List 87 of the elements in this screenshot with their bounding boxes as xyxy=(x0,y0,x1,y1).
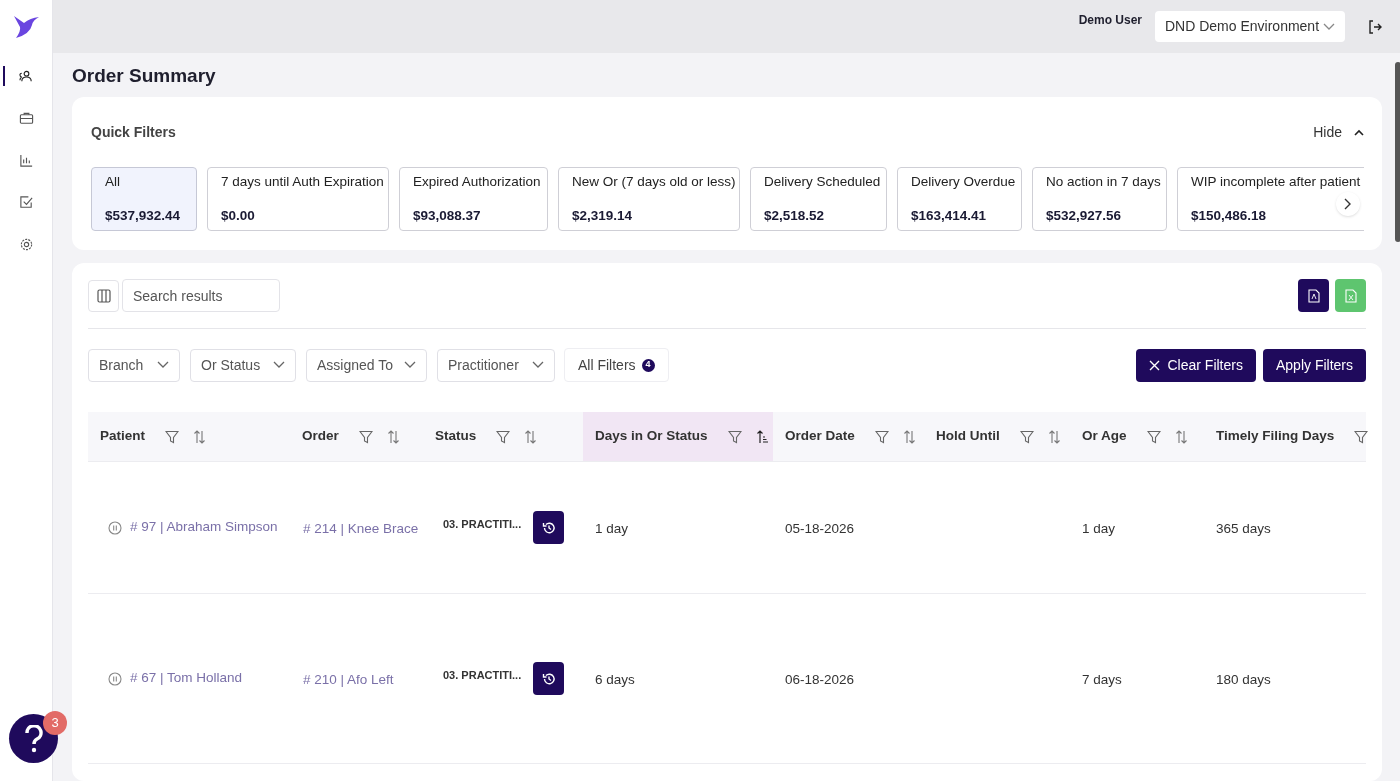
column-header[interactable]: Order Date xyxy=(773,412,924,461)
filter-icon[interactable] xyxy=(1354,429,1369,444)
columns-icon xyxy=(96,288,111,303)
quick-filter-card[interactable]: Delivery Overdue $163,414.41 xyxy=(897,167,1022,231)
sort-icon[interactable] xyxy=(386,429,400,444)
briefcase-icon xyxy=(19,110,34,126)
filter-icon[interactable] xyxy=(165,429,179,444)
chevron-down-icon xyxy=(404,361,416,369)
quick-filter-card[interactable]: WIP incomplete after patient $150,486.18 xyxy=(1177,167,1364,231)
column-header[interactable]: Patient xyxy=(88,412,290,461)
logout-icon[interactable] xyxy=(1367,18,1383,35)
chevron-down-icon xyxy=(273,361,285,369)
table-cell: 05-18-2026 xyxy=(785,520,855,536)
filter-icon[interactable] xyxy=(874,429,889,444)
pdf-export-button[interactable] xyxy=(1298,279,1329,312)
pause-icon[interactable] xyxy=(108,520,122,535)
table-cell: 180 days xyxy=(1216,671,1271,687)
table-cell: 7 days xyxy=(1082,671,1122,687)
chevron-up-icon xyxy=(1354,129,1364,136)
bird-logo-icon xyxy=(12,13,40,40)
filter-icon[interactable] xyxy=(358,429,373,444)
bar-chart-icon xyxy=(19,152,34,168)
order-link[interactable]: # 210 | Afo Left xyxy=(303,671,394,687)
filter-count-badge: 4 xyxy=(641,358,655,372)
apply-filters-button[interactable]: Apply Filters xyxy=(1262,348,1366,382)
question-mark-icon xyxy=(23,724,44,753)
filter-icon[interactable] xyxy=(496,429,511,444)
history-icon xyxy=(541,520,556,535)
pause-icon[interactable] xyxy=(108,671,122,686)
filter-dropdown[interactable]: Or Status xyxy=(190,348,296,382)
close-icon xyxy=(1148,359,1160,371)
sort-icon[interactable] xyxy=(193,429,206,444)
filter-icon[interactable] xyxy=(1146,429,1161,444)
status-text: 03. PRACTITI... xyxy=(443,668,522,684)
filter-dropdown[interactable]: Assigned To xyxy=(306,348,427,382)
all-filters-button[interactable]: All Filters 4 xyxy=(564,348,669,382)
settings-icon xyxy=(19,236,34,252)
environment-dropdown[interactable]: DND Demo Environment xyxy=(1155,11,1345,42)
column-header[interactable]: Hold Until xyxy=(924,412,1070,461)
history-button[interactable] xyxy=(533,511,565,544)
table-cell: 1 day xyxy=(595,520,629,536)
search-field[interactable]: Search results xyxy=(122,279,280,312)
quick-filter-card[interactable]: Delivery Scheduled $2,518.52 xyxy=(750,167,887,231)
chevron-down-icon xyxy=(1323,22,1335,31)
quick-filter-card[interactable]: New Or (7 days old or less) $2,319.14 xyxy=(558,167,740,231)
order-link[interactable]: # 214 | Knee Brace xyxy=(303,520,419,536)
sort-ascending-icon[interactable] xyxy=(755,429,769,444)
hide-button[interactable]: Hide xyxy=(1313,122,1364,143)
quick-filter-card[interactable]: All $537,932.44 xyxy=(91,167,197,231)
user-name: Demo User xyxy=(1078,12,1142,29)
filter-dropdown[interactable]: Practitioner xyxy=(437,348,555,382)
sort-icon[interactable] xyxy=(902,429,916,444)
filter-icon[interactable] xyxy=(1019,429,1034,444)
filter-icon[interactable] xyxy=(727,429,742,444)
users-icon xyxy=(19,68,34,84)
history-button[interactable] xyxy=(533,662,565,695)
column-header[interactable]: Days in Or Status xyxy=(583,412,773,461)
filter-dropdown[interactable]: Branch xyxy=(88,348,180,382)
clear-filters-button[interactable]: Clear Filters xyxy=(1135,348,1256,382)
status-text: 03. PRACTITI... xyxy=(443,517,522,533)
column-header[interactable]: Or Age xyxy=(1070,412,1204,461)
patient-link[interactable]: # 67 | Tom Holland xyxy=(130,668,243,689)
sort-icon[interactable] xyxy=(524,429,538,444)
sort-icon[interactable] xyxy=(1174,429,1188,444)
table-cell: 365 days xyxy=(1216,520,1271,536)
column-header[interactable]: Status xyxy=(423,412,583,461)
table-cell: 6 days xyxy=(595,671,635,687)
notification-badge: 3 xyxy=(43,711,67,735)
chevron-right-icon xyxy=(1344,198,1352,210)
quick-filter-card[interactable]: Expired Authorization $93,088.37 xyxy=(399,167,548,231)
quick-filter-card[interactable]: No action in 7 days $532,927.56 xyxy=(1032,167,1167,231)
page-title: Order Summary xyxy=(72,63,217,88)
quick-filter-card[interactable]: 7 days until Auth Expiration $0.00 xyxy=(207,167,389,231)
column-header[interactable]: Timely Filing Days xyxy=(1204,412,1366,461)
table-cell: 06-18-2026 xyxy=(785,671,855,687)
quick-filters-title: Quick Filters xyxy=(91,122,176,142)
pdf-file-icon xyxy=(1307,288,1320,303)
chevron-down-icon xyxy=(532,361,544,369)
checkbox-icon xyxy=(19,194,34,210)
columns-button[interactable] xyxy=(88,279,119,312)
excel-file-icon xyxy=(1344,288,1357,303)
column-header[interactable]: Order xyxy=(290,412,423,461)
history-icon xyxy=(541,671,556,686)
chevron-down-icon xyxy=(157,361,169,369)
sort-icon[interactable] xyxy=(1047,429,1061,444)
table-cell: 1 day xyxy=(1082,520,1116,536)
patient-link[interactable]: # 97 | Abraham Simpson xyxy=(130,517,278,538)
